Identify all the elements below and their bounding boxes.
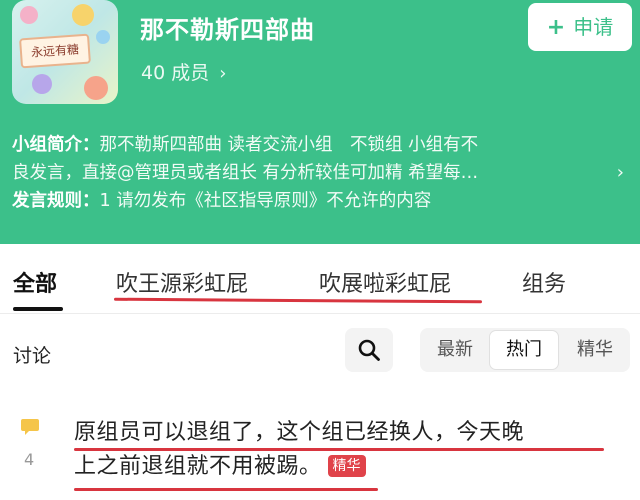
discussion-label: 讨论 [13,345,52,367]
rules-label: 发言规则： [12,191,100,211]
search-icon [358,339,380,361]
tab-group-affairs[interactable]: 组务 [522,266,566,298]
apply-label: 申请 [573,15,614,39]
tab-wangyuan[interactable]: 吹王源彩虹屁 [116,266,248,298]
group-name: 那不勒斯四部曲 [140,16,315,44]
tab-all[interactable]: 全部 [13,266,57,298]
sort-featured[interactable]: 精华 [560,328,630,372]
avatar-text: 永远有糖 [19,33,91,69]
intro-text-line2: 良发言，直接@管理员或者组长 有分析较佳可加精 希望每… [12,163,479,183]
annotation-underline [74,488,378,491]
plus-icon: + [546,15,566,40]
member-count[interactable]: 40 成员 › [141,58,226,85]
tab-bar: 全部 吹王源彩虹屁 吹展啦彩虹屁 组务 [0,244,640,314]
featured-badge: 精华 [327,455,366,477]
divider [0,313,640,314]
annotation-underline [113,297,483,304]
rules-text: 1 请勿发布《社区指导原则》不允许的内容 [99,191,432,211]
tab-zhanla[interactable]: 吹展啦彩虹屁 [319,266,451,298]
chevron-right-icon: › [219,63,227,84]
active-tab-indicator [13,307,63,311]
group-header: 永远有糖 那不勒斯四部曲 40 成员 › + 申请 小组简介：那不勒斯四部曲 读者… [0,0,640,244]
annotation-underline [74,448,604,451]
sort-hot[interactable]: 热门 [489,330,559,370]
apply-button[interactable]: + 申请 [528,3,632,51]
group-intro[interactable]: 小组简介：那不勒斯四部曲 读者交流小组 不锁组 小组有不 良发言，直接@管理员或… [12,131,624,215]
comment-count: 4 [24,450,35,469]
post-title-line2: 上之前退组就不用被踢。 [74,454,322,479]
sort-segmented-control: 最新 热门 精华 [420,328,630,372]
member-count-label: 40 成员 [141,62,210,84]
group-avatar[interactable]: 永远有糖 [12,0,118,104]
post-title-line1: 原组员可以退组了，这个组已经换人，今天晚 [74,420,525,445]
search-button[interactable] [345,328,393,372]
comment-icon [20,417,40,441]
intro-label: 小组简介： [12,135,100,155]
sort-latest[interactable]: 最新 [420,328,490,372]
intro-text-line1: 那不勒斯四部曲 读者交流小组 不锁组 小组有不 [99,135,479,155]
chevron-right-icon[interactable]: › [617,159,624,187]
